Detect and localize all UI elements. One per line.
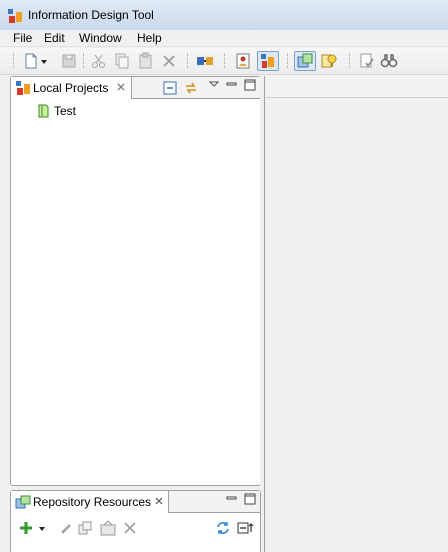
tree-item-project[interactable]: Test bbox=[35, 102, 115, 120]
dropdown-arrow-icon[interactable] bbox=[38, 52, 50, 70]
tab-repository-resources-label: Repository Resources bbox=[33, 495, 152, 509]
editor-area bbox=[264, 76, 448, 552]
link-with-editor-icon[interactable] bbox=[184, 81, 198, 95]
local-projects-tabbar: Local Projects bbox=[11, 77, 260, 99]
idt-logo-icon bbox=[15, 80, 31, 96]
paste-icon[interactable] bbox=[137, 52, 155, 70]
minimize-icon[interactable] bbox=[225, 492, 239, 506]
menu-bar: File Edit Window Help bbox=[0, 30, 448, 47]
tab-local-projects[interactable]: Local Projects bbox=[11, 77, 132, 99]
collapse-all-icon[interactable] bbox=[237, 521, 255, 535]
editor-area-header bbox=[264, 76, 448, 98]
check-integrity-icon[interactable] bbox=[358, 52, 376, 70]
toolbar-separator bbox=[224, 53, 225, 69]
cut-icon[interactable] bbox=[90, 52, 108, 70]
repository-resources-view: Repository Resources bbox=[10, 490, 261, 552]
toolbar-separator bbox=[83, 53, 84, 69]
main-toolbar bbox=[0, 48, 448, 75]
query-panel-icon[interactable] bbox=[320, 52, 338, 70]
title-bar[interactable]: Information Design Tool bbox=[0, 0, 448, 30]
insert-resource-icon[interactable] bbox=[100, 520, 116, 536]
app-logo-icon bbox=[7, 8, 23, 24]
local-projects-view: Local Projects Test bbox=[10, 76, 261, 486]
close-icon[interactable] bbox=[153, 495, 165, 507]
refresh-icon[interactable] bbox=[216, 521, 230, 535]
open-session-icon[interactable] bbox=[78, 521, 92, 535]
menu-file[interactable]: File bbox=[13, 31, 32, 45]
layout-icon[interactable] bbox=[294, 51, 316, 71]
minimize-icon[interactable] bbox=[225, 78, 239, 92]
toolbar-separator bbox=[349, 53, 350, 69]
toolbar-separator bbox=[13, 53, 14, 69]
project-icon bbox=[35, 103, 51, 119]
repository-icon bbox=[15, 494, 31, 510]
tree-item-label: Test bbox=[54, 104, 77, 118]
menu-help[interactable]: Help bbox=[137, 31, 162, 45]
edit-icon[interactable] bbox=[59, 521, 73, 535]
save-icon[interactable] bbox=[60, 52, 78, 70]
tab-repository-resources[interactable]: Repository Resources bbox=[11, 491, 169, 513]
repository-resources-tabbar: Repository Resources bbox=[11, 491, 260, 513]
tab-local-projects-label: Local Projects bbox=[33, 81, 109, 95]
security-editor-icon[interactable] bbox=[234, 52, 252, 70]
idt-perspective-icon[interactable] bbox=[257, 51, 279, 71]
menu-window[interactable]: Window bbox=[79, 31, 122, 45]
dropdown-arrow-icon[interactable] bbox=[37, 521, 47, 535]
collapse-all-icon[interactable] bbox=[163, 81, 177, 95]
copy-icon[interactable] bbox=[113, 52, 131, 70]
connection-icon[interactable] bbox=[196, 52, 214, 70]
close-icon[interactable] bbox=[115, 81, 127, 93]
menu-edit[interactable]: Edit bbox=[44, 31, 65, 45]
view-menu-icon[interactable] bbox=[207, 78, 221, 92]
delete-icon[interactable] bbox=[160, 52, 178, 70]
delete-icon[interactable] bbox=[123, 521, 137, 535]
toolbar-separator bbox=[287, 53, 288, 69]
find-icon[interactable] bbox=[380, 52, 398, 70]
toolbar-separator bbox=[187, 53, 188, 69]
window-title: Information Design Tool bbox=[28, 8, 154, 22]
add-session-icon[interactable] bbox=[19, 521, 33, 535]
maximize-icon[interactable] bbox=[243, 78, 257, 92]
maximize-icon[interactable] bbox=[243, 492, 257, 506]
